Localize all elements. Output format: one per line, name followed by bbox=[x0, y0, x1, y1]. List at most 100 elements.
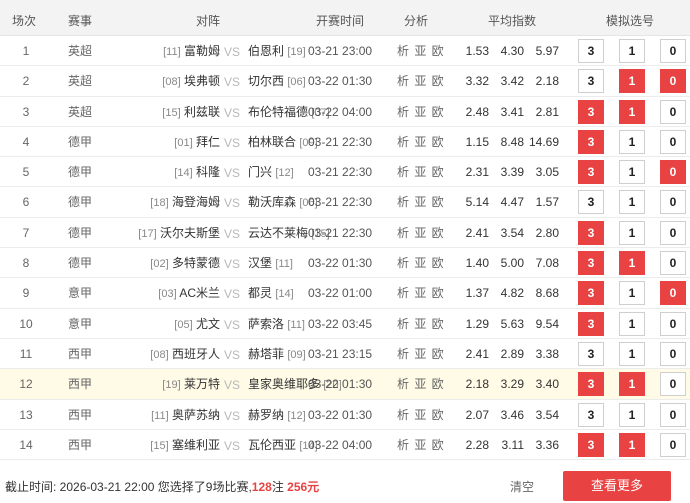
analysis-links[interactable]: 析 亚 欧 bbox=[397, 408, 445, 422]
analysis-links[interactable]: 析 亚 欧 bbox=[397, 438, 445, 452]
selection-summary: 截止时间: 2026-03-21 22:00 您选择了9场比赛,128注 256… bbox=[5, 478, 319, 495]
pick-button-3[interactable]: 3 bbox=[578, 402, 604, 427]
pick-button-1[interactable]: 1 bbox=[619, 311, 645, 336]
pick-button-1[interactable]: 1 bbox=[619, 220, 645, 245]
analysis-links[interactable]: 析 亚 欧 bbox=[397, 226, 445, 240]
home-team[interactable]: [14] 科隆 bbox=[174, 165, 220, 180]
kickoff-time: 03-22 01:30 bbox=[308, 407, 373, 422]
analysis-links[interactable]: 析 亚 欧 bbox=[397, 286, 445, 300]
odds-win: 1.37 bbox=[465, 286, 489, 301]
pick-button-3[interactable]: 3 bbox=[578, 251, 604, 276]
pick-button-0[interactable]: 0 bbox=[660, 99, 686, 124]
header-index: 场次 bbox=[12, 14, 37, 28]
pick-button-0[interactable]: 0 bbox=[660, 372, 686, 397]
pick-button-1[interactable]: 1 bbox=[619, 281, 645, 306]
pick-button-3[interactable]: 3 bbox=[578, 220, 604, 245]
pick-button-0[interactable]: 0 bbox=[660, 402, 686, 427]
pick-button-3[interactable]: 3 bbox=[578, 372, 604, 397]
pick-button-3[interactable]: 3 bbox=[578, 190, 604, 215]
pick-button-1[interactable]: 1 bbox=[619, 372, 645, 397]
vs-label: VS bbox=[223, 378, 240, 393]
pick-button-3[interactable]: 3 bbox=[578, 311, 604, 336]
home-team[interactable]: [01] 拜仁 bbox=[174, 135, 220, 150]
analysis-links[interactable]: 析 亚 欧 bbox=[397, 135, 445, 149]
clear-button[interactable]: 清空 bbox=[510, 478, 534, 495]
away-team[interactable]: 切尔西 [06] bbox=[248, 74, 306, 89]
pick-button-1[interactable]: 1 bbox=[619, 190, 645, 215]
pick-button-0[interactable]: 0 bbox=[660, 160, 686, 185]
analysis-links[interactable]: 析 亚 欧 bbox=[397, 105, 445, 119]
pick-button-3[interactable]: 3 bbox=[578, 341, 604, 366]
home-team[interactable]: [17] 沃尔夫斯堡 bbox=[138, 226, 220, 241]
odds-lose: 8.68 bbox=[535, 286, 559, 301]
pick-button-0[interactable]: 0 bbox=[660, 39, 686, 63]
match-row: 2 英超 [08] 埃弗顿 VS 切尔西 [06] 03-22 01:30 析 亚 欧 3.3… bbox=[0, 66, 690, 97]
home-team[interactable]: [15] 塞维利亚 bbox=[150, 438, 220, 453]
away-team[interactable]: 都灵 [14] bbox=[248, 286, 294, 301]
analysis-links[interactable]: 析 亚 欧 bbox=[397, 44, 445, 58]
home-team[interactable]: [11] 奥萨苏纳 bbox=[151, 408, 220, 423]
analysis-links[interactable]: 析 亚 欧 bbox=[397, 165, 445, 179]
odds-draw: 8.48 bbox=[500, 134, 524, 149]
pick-button-1[interactable]: 1 bbox=[619, 69, 645, 94]
pick-button-1[interactable]: 1 bbox=[619, 251, 645, 276]
away-team[interactable]: 门兴 [12] bbox=[248, 165, 294, 180]
pick-button-1[interactable]: 1 bbox=[619, 39, 645, 63]
pick-button-1[interactable]: 1 bbox=[619, 160, 645, 185]
pick-button-1[interactable]: 1 bbox=[619, 341, 645, 366]
match-row: 10 意甲 [05] 尤文 VS 萨索洛 [11] 03-22 03:45 析 亚 欧 1.2… bbox=[0, 309, 690, 339]
kickoff-time: 03-21 22:30 bbox=[308, 195, 373, 210]
home-name: 科隆 bbox=[195, 165, 220, 180]
odds-win: 1.53 bbox=[465, 44, 489, 58]
odds-win: 2.41 bbox=[465, 225, 489, 240]
analysis-links[interactable]: 析 亚 欧 bbox=[397, 74, 445, 88]
match-index: 11 bbox=[19, 346, 33, 361]
pick-button-3[interactable]: 3 bbox=[578, 69, 604, 94]
analysis-links[interactable]: 析 亚 欧 bbox=[397, 256, 445, 270]
pick-button-3[interactable]: 3 bbox=[578, 281, 604, 306]
pick-button-3[interactable]: 3 bbox=[578, 160, 604, 185]
pick-button-0[interactable]: 0 bbox=[660, 432, 686, 457]
analysis-links[interactable]: 析 亚 欧 bbox=[397, 317, 445, 331]
pick-button-1[interactable]: 1 bbox=[619, 402, 645, 427]
analysis-links[interactable]: 析 亚 欧 bbox=[397, 377, 445, 391]
pick-button-3[interactable]: 3 bbox=[578, 99, 604, 124]
away-team[interactable]: 汉堡 [11] bbox=[248, 256, 293, 271]
pick-button-3[interactable]: 3 bbox=[578, 39, 604, 63]
pick-button-1[interactable]: 1 bbox=[619, 129, 645, 154]
pick-button-0[interactable]: 0 bbox=[660, 129, 686, 154]
away-team[interactable]: 赫塔菲 [09] bbox=[248, 347, 306, 362]
away-team[interactable]: 萨索洛 [11] bbox=[248, 317, 305, 332]
home-team[interactable]: [03] AC米兰 bbox=[158, 286, 220, 301]
view-more-button[interactable]: 查看更多 bbox=[563, 471, 671, 501]
pick-button-1[interactable]: 1 bbox=[619, 432, 645, 457]
pick-button-0[interactable]: 0 bbox=[660, 69, 686, 94]
pick-button-0[interactable]: 0 bbox=[660, 281, 686, 306]
vs-label: VS bbox=[223, 135, 240, 150]
match-index: 3 bbox=[22, 104, 30, 119]
pick-button-0[interactable]: 0 bbox=[660, 190, 686, 215]
pick-button-0[interactable]: 0 bbox=[660, 311, 686, 336]
away-team[interactable]: 赫罗纳 [12] bbox=[248, 408, 306, 423]
analysis-links[interactable]: 析 亚 欧 bbox=[397, 195, 445, 209]
away-team[interactable]: 伯恩利 [19] bbox=[248, 44, 306, 59]
pick-button-0[interactable]: 0 bbox=[660, 251, 686, 276]
pick-button-0[interactable]: 0 bbox=[660, 341, 686, 366]
home-team[interactable]: [15] 利兹联 bbox=[162, 105, 220, 120]
home-team[interactable]: [02] 多特蒙德 bbox=[150, 256, 220, 271]
home-name: 沃尔夫斯堡 bbox=[159, 225, 220, 240]
home-team[interactable]: [08] 西班牙人 bbox=[150, 347, 220, 362]
home-team[interactable]: [08] 埃弗顿 bbox=[162, 74, 220, 89]
pick-button-3[interactable]: 3 bbox=[578, 129, 604, 154]
home-team[interactable]: [18] 海登海姆 bbox=[150, 195, 220, 210]
analysis-links[interactable]: 析 亚 欧 bbox=[397, 347, 445, 361]
away-rank: [14] bbox=[275, 288, 294, 301]
pick-button-1[interactable]: 1 bbox=[619, 99, 645, 124]
home-team[interactable]: [11] 富勒姆 bbox=[163, 44, 220, 59]
kickoff-time: 03-22 01:30 bbox=[308, 74, 373, 89]
pick-button-0[interactable]: 0 bbox=[660, 220, 686, 245]
home-team[interactable]: [05] 尤文 bbox=[174, 317, 220, 332]
pick-button-3[interactable]: 3 bbox=[578, 432, 604, 457]
odds-lose: 2.81 bbox=[535, 104, 559, 119]
home-team[interactable]: [19] 莱万特 bbox=[162, 377, 220, 392]
